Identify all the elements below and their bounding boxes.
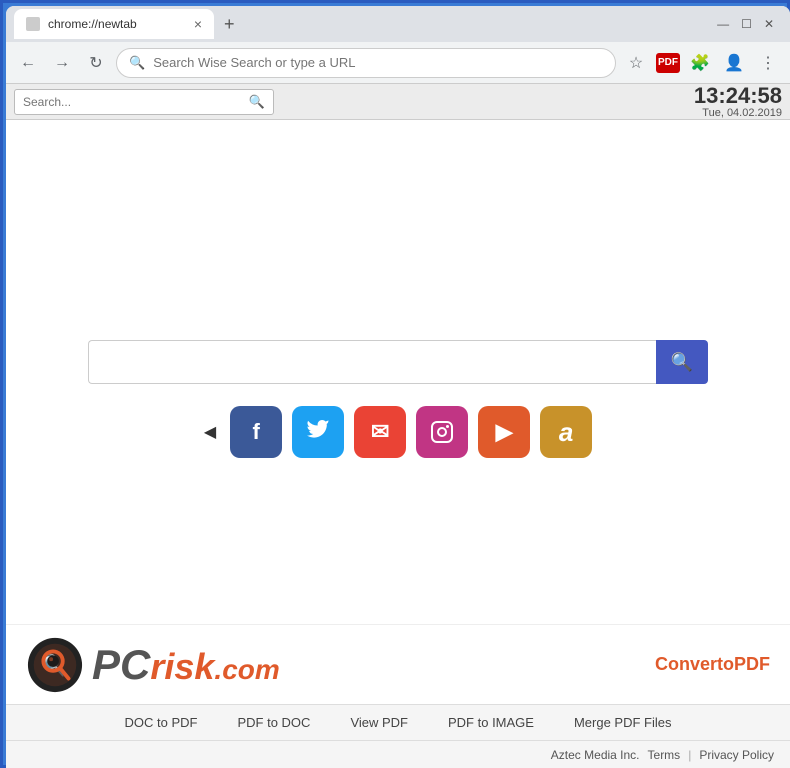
company-name: Aztec Media Inc. [551, 748, 640, 762]
main-search-row: pcrisk.com 🔍 [88, 340, 708, 384]
search-button-icon: 🔍 [671, 352, 693, 373]
main-search-input[interactable]: pcrisk.com [88, 340, 656, 384]
bottom-bar: Aztec Media Inc. Terms | Privacy Policy [6, 740, 790, 768]
privacy-link[interactable]: Privacy Policy [699, 748, 774, 762]
gmail-icon[interactable]: ✉ [354, 406, 406, 458]
twitter-icon[interactable] [292, 406, 344, 458]
terms-link[interactable]: Terms [648, 748, 681, 762]
wise-time: 13:24:58 [694, 85, 782, 107]
search-icon: 🔍 [129, 55, 145, 71]
extensions-icon[interactable]: 🧩 [686, 49, 714, 77]
star-icon[interactable]: ☆ [622, 49, 650, 77]
pcrisk-risk-text: risk [150, 646, 214, 688]
wise-date: Tue, 04.02.2019 [694, 107, 782, 119]
wise-clock: 13:24:58 Tue, 04.02.2019 [694, 85, 782, 119]
profile-icon[interactable]: 👤 [720, 49, 748, 77]
nav-links-bar: DOC to PDF PDF to DOC View PDF PDF to IM… [6, 704, 790, 740]
pcrisk-pc-text: PC [92, 641, 150, 689]
maximize-button[interactable]: ☐ [741, 17, 752, 31]
minimize-button[interactable]: — [717, 17, 729, 31]
toolbar-icons: ☆ PDF 🧩 👤 ⋮ [622, 49, 782, 77]
reload-button[interactable]: ↻ [82, 49, 110, 77]
nav-doc-to-pdf[interactable]: DOC to PDF [125, 715, 198, 730]
brand-bar: 🔍 PC risk .com ConvertoPDF [6, 624, 790, 704]
convertopdf-text: Converto [655, 654, 734, 674]
title-bar: chrome://newtab × + — ☐ ✕ [6, 6, 790, 42]
pcrisk-logo-text: PC risk .com [92, 641, 280, 689]
pcrisk-logo: 🔍 PC risk .com [26, 636, 280, 694]
browser-window: chrome://newtab × + — ☐ ✕ ← → ↻ 🔍 chrome… [6, 6, 790, 768]
close-button[interactable]: ✕ [764, 17, 774, 31]
forward-button[interactable]: → [48, 49, 76, 77]
pcrisk-dotcom-text: .com [214, 654, 279, 686]
nav-view-pdf[interactable]: View PDF [350, 715, 408, 730]
window-controls: — ☐ ✕ [717, 17, 782, 31]
back-button[interactable]: ← [14, 49, 42, 77]
tab-title: chrome://newtab [48, 17, 137, 31]
new-tab-button[interactable]: + [218, 14, 241, 35]
menu-icon[interactable]: ⋮ [754, 49, 782, 77]
address-input[interactable]: chrome://newtab [153, 55, 603, 70]
address-toolbar: ← → ↻ 🔍 chrome://newtab ☆ PDF 🧩 👤 ⋮ [6, 42, 790, 84]
nav-pdf-to-image[interactable]: PDF to IMAGE [448, 715, 534, 730]
wise-search-icon: 🔍 [249, 94, 265, 110]
wise-toolbar: 🔍 13:24:58 Tue, 04.02.2019 [6, 84, 790, 120]
convertopdf-logo: ConvertoPDF [655, 654, 770, 675]
social-icons-row: ◀ f ✉ ▶ a [204, 406, 592, 458]
wise-search-box[interactable]: 🔍 [14, 89, 274, 115]
nav-merge-pdf[interactable]: Merge PDF Files [574, 715, 672, 730]
search-area: pcrisk.com 🔍 ◀ f ✉ ▶ a [88, 340, 708, 458]
cursor-indicator: ◀ [204, 422, 216, 442]
amazon-icon[interactable]: a [540, 406, 592, 458]
footer-area: 🔍 PC risk .com ConvertoPDF [6, 624, 790, 768]
convertopdf-accent: PDF [734, 654, 770, 674]
pcrisk-logo-icon: 🔍 [26, 636, 84, 694]
main-content: pcrisk.com 🔍 ◀ f ✉ ▶ a [6, 120, 790, 768]
tab-close-button[interactable]: × [194, 16, 202, 32]
pdf-extension-icon[interactable]: PDF [656, 53, 680, 73]
nav-pdf-to-doc[interactable]: PDF to DOC [237, 715, 310, 730]
wise-search-input[interactable] [23, 95, 243, 109]
bottom-divider: | [688, 748, 691, 762]
tab-favicon [26, 17, 40, 31]
youtube-icon[interactable]: ▶ [478, 406, 530, 458]
main-search-button[interactable]: 🔍 [656, 340, 708, 384]
active-tab[interactable]: chrome://newtab × [14, 9, 214, 39]
address-bar[interactable]: 🔍 chrome://newtab [116, 48, 616, 78]
facebook-icon[interactable]: f [230, 406, 282, 458]
instagram-icon[interactable] [416, 406, 468, 458]
